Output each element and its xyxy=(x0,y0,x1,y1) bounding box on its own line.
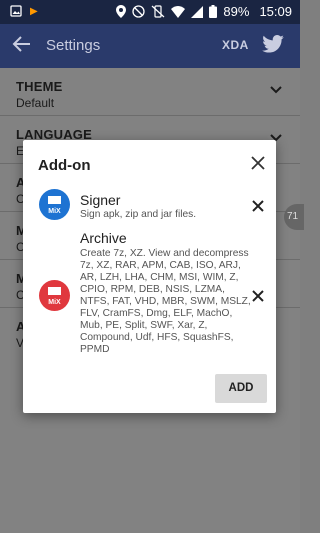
status-icons: 89% 15:09 xyxy=(116,4,292,19)
app-bar: Settings XDA xyxy=(0,24,300,68)
dnd-off-icon xyxy=(132,5,146,18)
chevron-down-icon xyxy=(270,86,282,94)
status-bar: ▶ 89% 15:09 xyxy=(0,0,300,24)
play-store-icon: ▶ xyxy=(30,5,38,17)
signer-addon-icon: MiX xyxy=(39,189,70,220)
close-icon[interactable] xyxy=(250,155,266,171)
setting-theme[interactable]: THEME Default xyxy=(0,68,300,116)
wifi-icon xyxy=(171,5,186,18)
addon-description: Create 7z, XZ. View and decompress 7z, X… xyxy=(80,248,251,355)
clock: 15:09 xyxy=(259,4,292,19)
battery-icon xyxy=(209,5,218,18)
svg-text:MiX: MiX xyxy=(48,208,61,215)
location-icon xyxy=(116,5,127,18)
add-button[interactable]: ADD xyxy=(215,374,267,403)
vibrate-off-icon xyxy=(152,5,165,18)
svg-text:MiX: MiX xyxy=(48,299,61,306)
setting-title: THEME xyxy=(16,79,63,94)
battery-percentage: 89% xyxy=(223,4,250,19)
image-notification-icon xyxy=(10,5,22,17)
remove-archive-icon[interactable] xyxy=(251,289,265,303)
page-title: Settings xyxy=(46,37,101,54)
addon-name: Signer xyxy=(80,192,121,208)
remove-signer-icon[interactable] xyxy=(251,199,265,213)
side-bubble[interactable]: 71 xyxy=(284,204,304,230)
back-arrow-icon[interactable] xyxy=(12,34,32,54)
notification-icons: ▶ xyxy=(10,5,38,17)
xda-button[interactable]: XDA xyxy=(222,38,249,52)
addon-name: Archive xyxy=(80,230,127,246)
archive-addon-icon: MiX xyxy=(39,280,70,311)
addon-description: Sign apk, zip and jar files. xyxy=(80,209,197,220)
setting-value: Default xyxy=(16,96,55,110)
twitter-icon[interactable] xyxy=(262,35,284,53)
addon-dialog: Add-on MiX Signer Sign apk, zip and jar … xyxy=(23,140,276,413)
signal-icon xyxy=(191,5,204,18)
dialog-title: Add-on xyxy=(38,157,91,174)
